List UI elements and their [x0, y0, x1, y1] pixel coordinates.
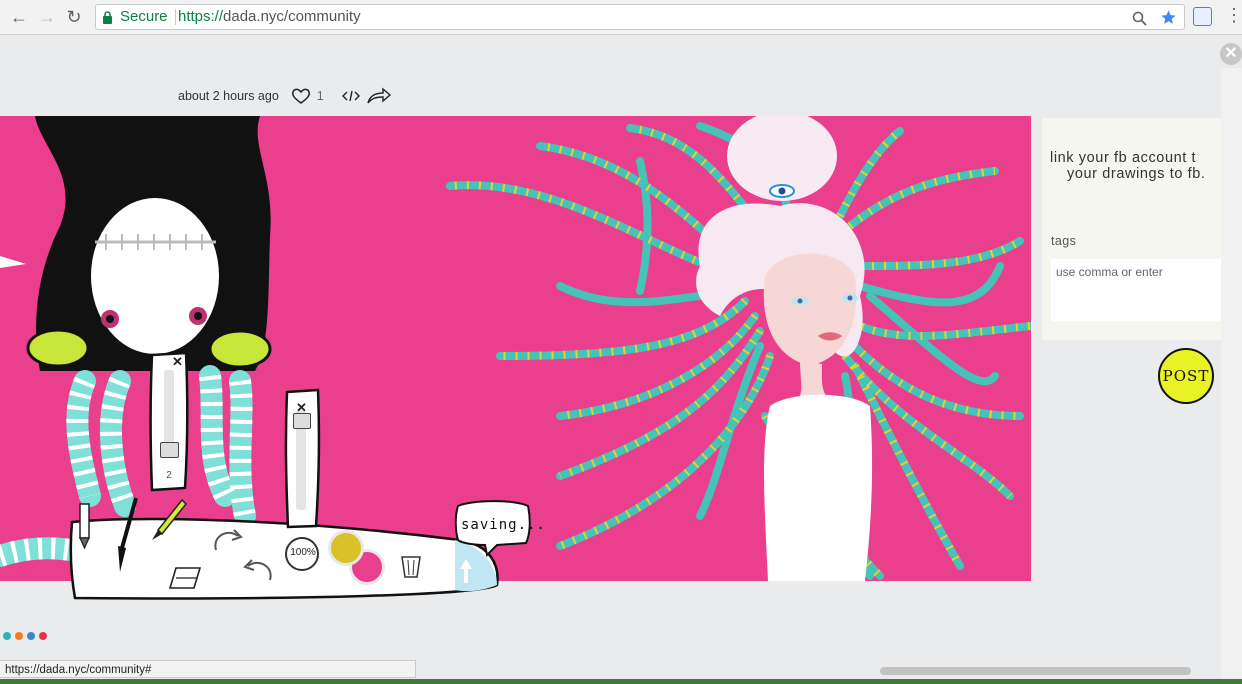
brush-icon[interactable]	[108, 496, 140, 576]
palette-dot[interactable]	[3, 632, 11, 640]
palette-dot[interactable]	[39, 632, 47, 640]
primary-color-swatch[interactable]	[328, 530, 364, 566]
brush-size-value: 2	[166, 470, 172, 481]
zoom-level: 100%	[290, 547, 316, 558]
upload-arrow-icon[interactable]	[459, 557, 473, 585]
redo-icon[interactable]	[210, 526, 246, 556]
desktop-strip	[0, 679, 1242, 684]
horizontal-scrollbar-thumb[interactable]	[880, 667, 1191, 675]
palette-dots	[3, 632, 47, 640]
eraser-icon[interactable]	[166, 564, 204, 592]
trash-icon[interactable]	[400, 553, 422, 579]
palette-dot[interactable]	[15, 632, 23, 640]
palette-dot[interactable]	[27, 632, 35, 640]
pencil-icon[interactable]	[76, 502, 92, 550]
zoom-slider-handle[interactable]	[293, 413, 311, 429]
link-status-bar: https://dada.nyc/community#	[0, 660, 416, 678]
saving-status: saving...	[461, 517, 546, 533]
drawing-tools: ✕ 2 ✕ 100% saving...	[0, 0, 1242, 684]
undo-icon[interactable]	[240, 556, 276, 586]
size-close-icon[interactable]: ✕	[172, 354, 183, 370]
size-slider-handle[interactable]	[160, 442, 179, 458]
highlighter-icon[interactable]	[150, 498, 188, 542]
